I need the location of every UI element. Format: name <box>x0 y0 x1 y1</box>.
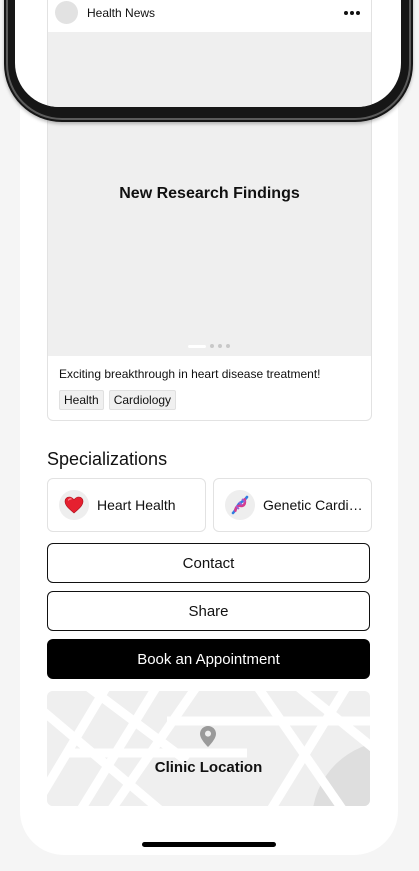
specializations-title: Specializations <box>47 449 168 469</box>
post-image-title: New Research Findings <box>119 185 300 202</box>
share-button[interactable]: Share <box>47 591 370 631</box>
carousel-indicator[interactable] <box>188 344 230 348</box>
contact-button[interactable]: Contact <box>47 543 370 583</box>
home-indicator[interactable] <box>142 842 276 847</box>
post-image-preview <box>48 32 371 107</box>
tag-health[interactable]: Health <box>59 390 104 410</box>
post-caption: Exciting breakthrough in heart disease t… <box>59 367 321 381</box>
book-appointment-button[interactable]: Book an Appointment <box>47 639 370 679</box>
carousel-dot[interactable] <box>218 344 222 348</box>
avatar[interactable] <box>55 1 78 24</box>
heart-icon <box>59 490 89 520</box>
post-preview: Health News <box>47 0 372 107</box>
carousel-dot[interactable] <box>226 344 230 348</box>
specialization-genetic-cardiology[interactable]: Genetic Cardiology <box>213 478 372 532</box>
specialization-label: Heart Health <box>97 497 176 513</box>
post-header: Health News <box>48 0 371 32</box>
post-tags: Health Cardiology <box>59 390 177 410</box>
more-options-icon[interactable] <box>344 11 360 15</box>
clinic-location-map[interactable]: Clinic Location <box>47 691 370 806</box>
phone-screen: Health News <box>15 0 401 107</box>
specialization-label: Genetic Cardiology <box>263 497 363 513</box>
post-source-name[interactable]: Health News <box>87 6 155 20</box>
dna-icon <box>225 490 255 520</box>
tag-cardiology[interactable]: Cardiology <box>108 390 177 410</box>
map-label: Clinic Location <box>154 759 263 776</box>
location-pin-icon <box>200 726 216 747</box>
specialization-heart-health[interactable]: Heart Health <box>47 478 206 532</box>
carousel-dot[interactable] <box>210 344 214 348</box>
carousel-dot-active[interactable] <box>188 344 206 348</box>
